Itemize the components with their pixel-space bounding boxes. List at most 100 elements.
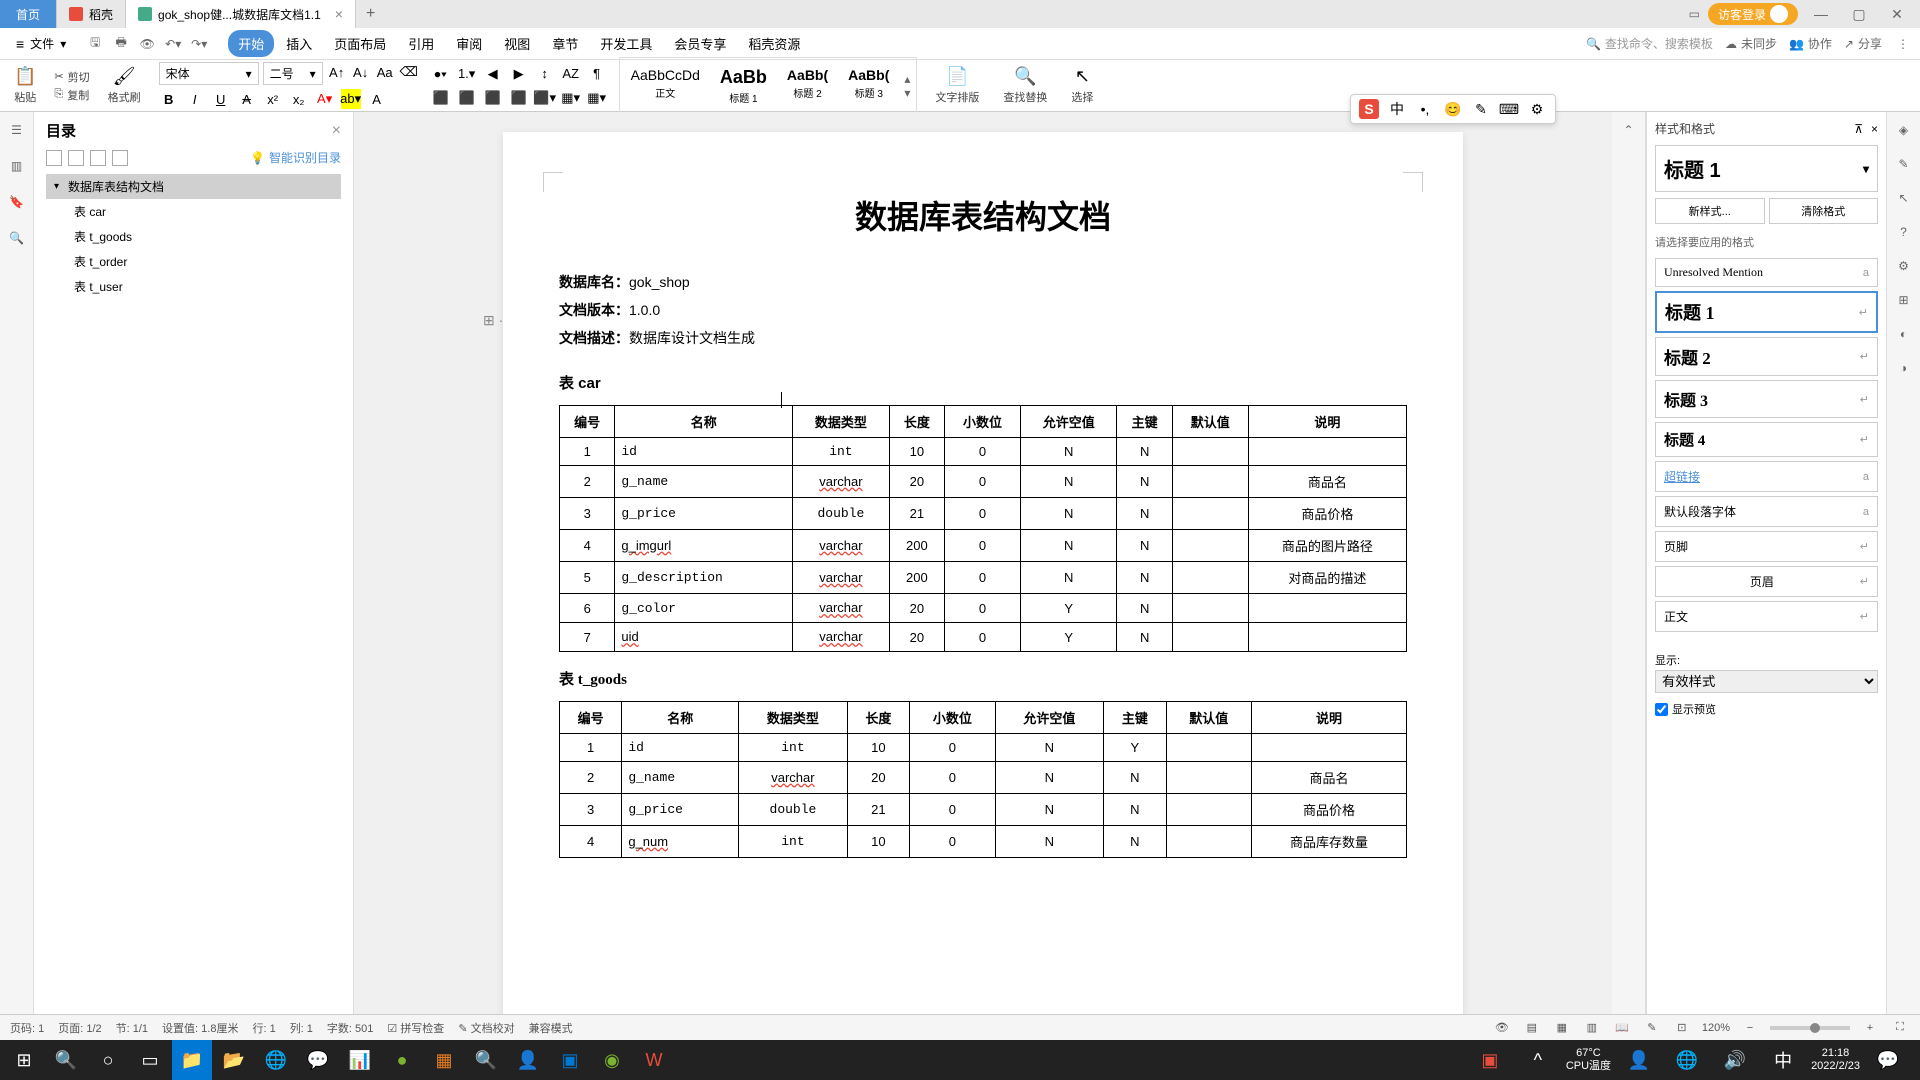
style-gallery-item-3[interactable]: AaBb(标题 3 <box>839 60 898 112</box>
minimize-button[interactable]: — <box>1806 6 1836 22</box>
more-side-icon[interactable]: ⊞ <box>1894 290 1914 310</box>
ime-punct-icon[interactable]: •, <box>1415 99 1435 119</box>
ime-skin-icon[interactable]: ✎ <box>1471 99 1491 119</box>
align-right-button[interactable]: ⬛ <box>483 88 503 108</box>
font-color-button[interactable]: A▾ <box>315 89 335 109</box>
style-side-icon[interactable]: ◈ <box>1894 120 1914 140</box>
distribute-button[interactable]: ⬛▾ <box>535 88 555 108</box>
document-canvas[interactable]: ⊞ · 数据库表结构文档 数据库名：gok_shop 文档版本：1.0.0 文档… <box>354 112 1612 1014</box>
style-display-select[interactable]: 有效样式 <box>1655 670 1878 693</box>
style-list-item-8[interactable]: 页眉↵ <box>1655 566 1878 597</box>
bookmark-icon[interactable]: 🔖 <box>7 192 27 212</box>
superscript-button[interactable]: x² <box>263 89 283 109</box>
menu-tab-5[interactable]: 视图 <box>494 30 540 57</box>
cut-button[interactable]: ✂剪切 <box>54 69 89 85</box>
app3-icon[interactable]: ▦ <box>424 1040 464 1080</box>
scroll-up-icon[interactable]: ⌃ <box>1619 120 1639 140</box>
print-preview-icon[interactable]: 👁 <box>138 35 156 53</box>
reader-mode-icon[interactable]: ▭ <box>1689 7 1700 21</box>
style-list-item-7[interactable]: 页脚↵ <box>1655 531 1878 562</box>
folder-icon[interactable]: 📂 <box>214 1040 254 1080</box>
taskview-icon[interactable]: ▭ <box>130 1040 170 1080</box>
insert-marker-icon[interactable]: ⊞ · <box>483 312 503 329</box>
status-doc-check[interactable]: ✎ 文档校对 <box>458 1020 514 1036</box>
outline-item-4[interactable]: 表 t_user <box>46 274 341 299</box>
limit-icon[interactable]: ✎ <box>1894 154 1914 174</box>
eye-view-icon[interactable]: 👁 <box>1492 1018 1512 1038</box>
clock-widget[interactable]: 21:18 2022/2/23 <box>1811 1047 1860 1073</box>
tray-network-icon[interactable]: 🌐 <box>1667 1040 1707 1080</box>
line-spacing-button[interactable]: ↕ <box>535 64 555 84</box>
style-gallery-item-1[interactable]: AaBb标题 1 <box>711 60 776 112</box>
fullscreen-icon[interactable]: ⛶ <box>1890 1018 1910 1038</box>
outline-item-2[interactable]: 表 t_goods <box>46 224 341 249</box>
ime-emoji-icon[interactable]: 😊 <box>1443 99 1463 119</box>
menu-tab-1[interactable]: 插入 <box>276 30 322 57</box>
format-painter-group[interactable]: 🖌 格式刷 <box>102 66 147 105</box>
ime-logo-icon[interactable]: S <box>1359 99 1379 119</box>
file-menu[interactable]: ≡文件▾ <box>8 35 74 52</box>
redo-icon[interactable]: ↷▾ <box>190 35 208 53</box>
start-button[interactable]: ⊞ <box>4 1040 44 1080</box>
weather-widget[interactable]: 67°C CPU温度 <box>1566 1047 1611 1073</box>
decrease-indent-button[interactable]: ◀ <box>483 64 503 84</box>
explorer-icon[interactable]: 📁 <box>172 1040 212 1080</box>
ime-toolbar[interactable]: S 中 •, 😊 ✎ ⌨ ⚙ <box>1350 94 1556 124</box>
paste-group[interactable]: 📋 粘贴 <box>8 66 42 105</box>
highlight-button[interactable]: ab▾ <box>341 89 361 109</box>
borders-button[interactable]: ▦▾ <box>587 88 607 108</box>
subscript-button[interactable]: x₂ <box>289 89 309 109</box>
tray-volume-icon[interactable]: 🔊 <box>1715 1040 1755 1080</box>
bullets-button[interactable]: ⦁▾ <box>431 64 451 84</box>
tray-up-icon[interactable]: ^ <box>1518 1040 1558 1080</box>
outline-item-3[interactable]: 表 t_order <box>46 249 341 274</box>
menu-tab-6[interactable]: 章节 <box>542 30 588 57</box>
maximize-button[interactable]: ▢ <box>1844 6 1874 23</box>
add-tab-button[interactable]: + <box>356 5 385 23</box>
thumbnail-icon[interactable]: ▥ <box>7 156 27 176</box>
collapse-icon[interactable] <box>68 150 84 166</box>
tool1-icon[interactable]: ◐ <box>1894 324 1914 344</box>
increase-indent-button[interactable]: ▶ <box>509 64 529 84</box>
copy-button[interactable]: ⎘复制 <box>54 87 89 103</box>
show-preview-checkbox[interactable]: 显示预览 <box>1655 701 1878 717</box>
close-outline-icon[interactable]: × <box>332 122 341 140</box>
share-button[interactable]: ↗分享 <box>1844 35 1882 52</box>
wechat-icon[interactable]: 💬 <box>298 1040 338 1080</box>
italic-button[interactable]: I <box>185 89 205 109</box>
level-icon[interactable] <box>90 150 106 166</box>
select-side-icon[interactable]: ↖ <box>1894 188 1914 208</box>
style-list-item-5[interactable]: 超链接a <box>1655 461 1878 492</box>
menu-tab-9[interactable]: 稻壳资源 <box>738 30 810 57</box>
new-style-button[interactable]: 新样式... <box>1655 198 1765 224</box>
clear-format-button[interactable]: 清除格式 <box>1769 198 1879 224</box>
focus-mode-icon[interactable]: ✎ <box>1642 1018 1662 1038</box>
text-layout-group[interactable]: 📄文字排版 <box>929 66 985 105</box>
style-gallery-item-0[interactable]: AaBbCcDd正文 <box>622 60 709 112</box>
ime-settings-icon[interactable]: ⚙ <box>1527 99 1547 119</box>
outline-item-1[interactable]: 表 car <box>46 199 341 224</box>
find-replace-group[interactable]: 🔍查找替换 <box>997 66 1053 105</box>
outline-item-0[interactable]: ▾数据库表结构文档 <box>46 174 341 199</box>
status-section[interactable]: 节: 1/1 <box>116 1020 148 1036</box>
smart-toc-button[interactable]: 💡智能识别目录 <box>250 149 341 166</box>
print-layout-icon[interactable]: ▤ <box>1522 1018 1542 1038</box>
style-list-item-6[interactable]: 默认段落字体a <box>1655 496 1878 527</box>
menu-tab-3[interactable]: 引用 <box>398 30 444 57</box>
style-gallery-item-2[interactable]: AaBb(标题 2 <box>778 60 837 112</box>
menu-tab-7[interactable]: 开发工具 <box>590 30 662 57</box>
increase-font-icon[interactable]: A↑ <box>327 62 347 82</box>
notification-icon[interactable]: 💬 <box>1868 1040 1908 1080</box>
zoom-fit-icon[interactable]: ⊡ <box>1672 1018 1692 1038</box>
cortana-icon[interactable]: ○ <box>88 1040 128 1080</box>
zoom-value[interactable]: 120% <box>1702 1022 1730 1034</box>
decrease-font-icon[interactable]: A↓ <box>351 62 371 82</box>
search-side-icon[interactable]: 🔍 <box>7 228 27 248</box>
sort-button[interactable]: AZ <box>561 64 581 84</box>
tray-people-icon[interactable]: 👤 <box>1619 1040 1659 1080</box>
font-name-select[interactable]: 宋体 ▾ <box>159 62 259 85</box>
settings-icon[interactable]: ⚙ <box>1894 256 1914 276</box>
outline-view-icon[interactable]: ▦ <box>1552 1018 1572 1038</box>
wps-icon[interactable]: W <box>634 1040 674 1080</box>
status-spell[interactable]: ☑ 拼写检查 <box>387 1020 444 1036</box>
